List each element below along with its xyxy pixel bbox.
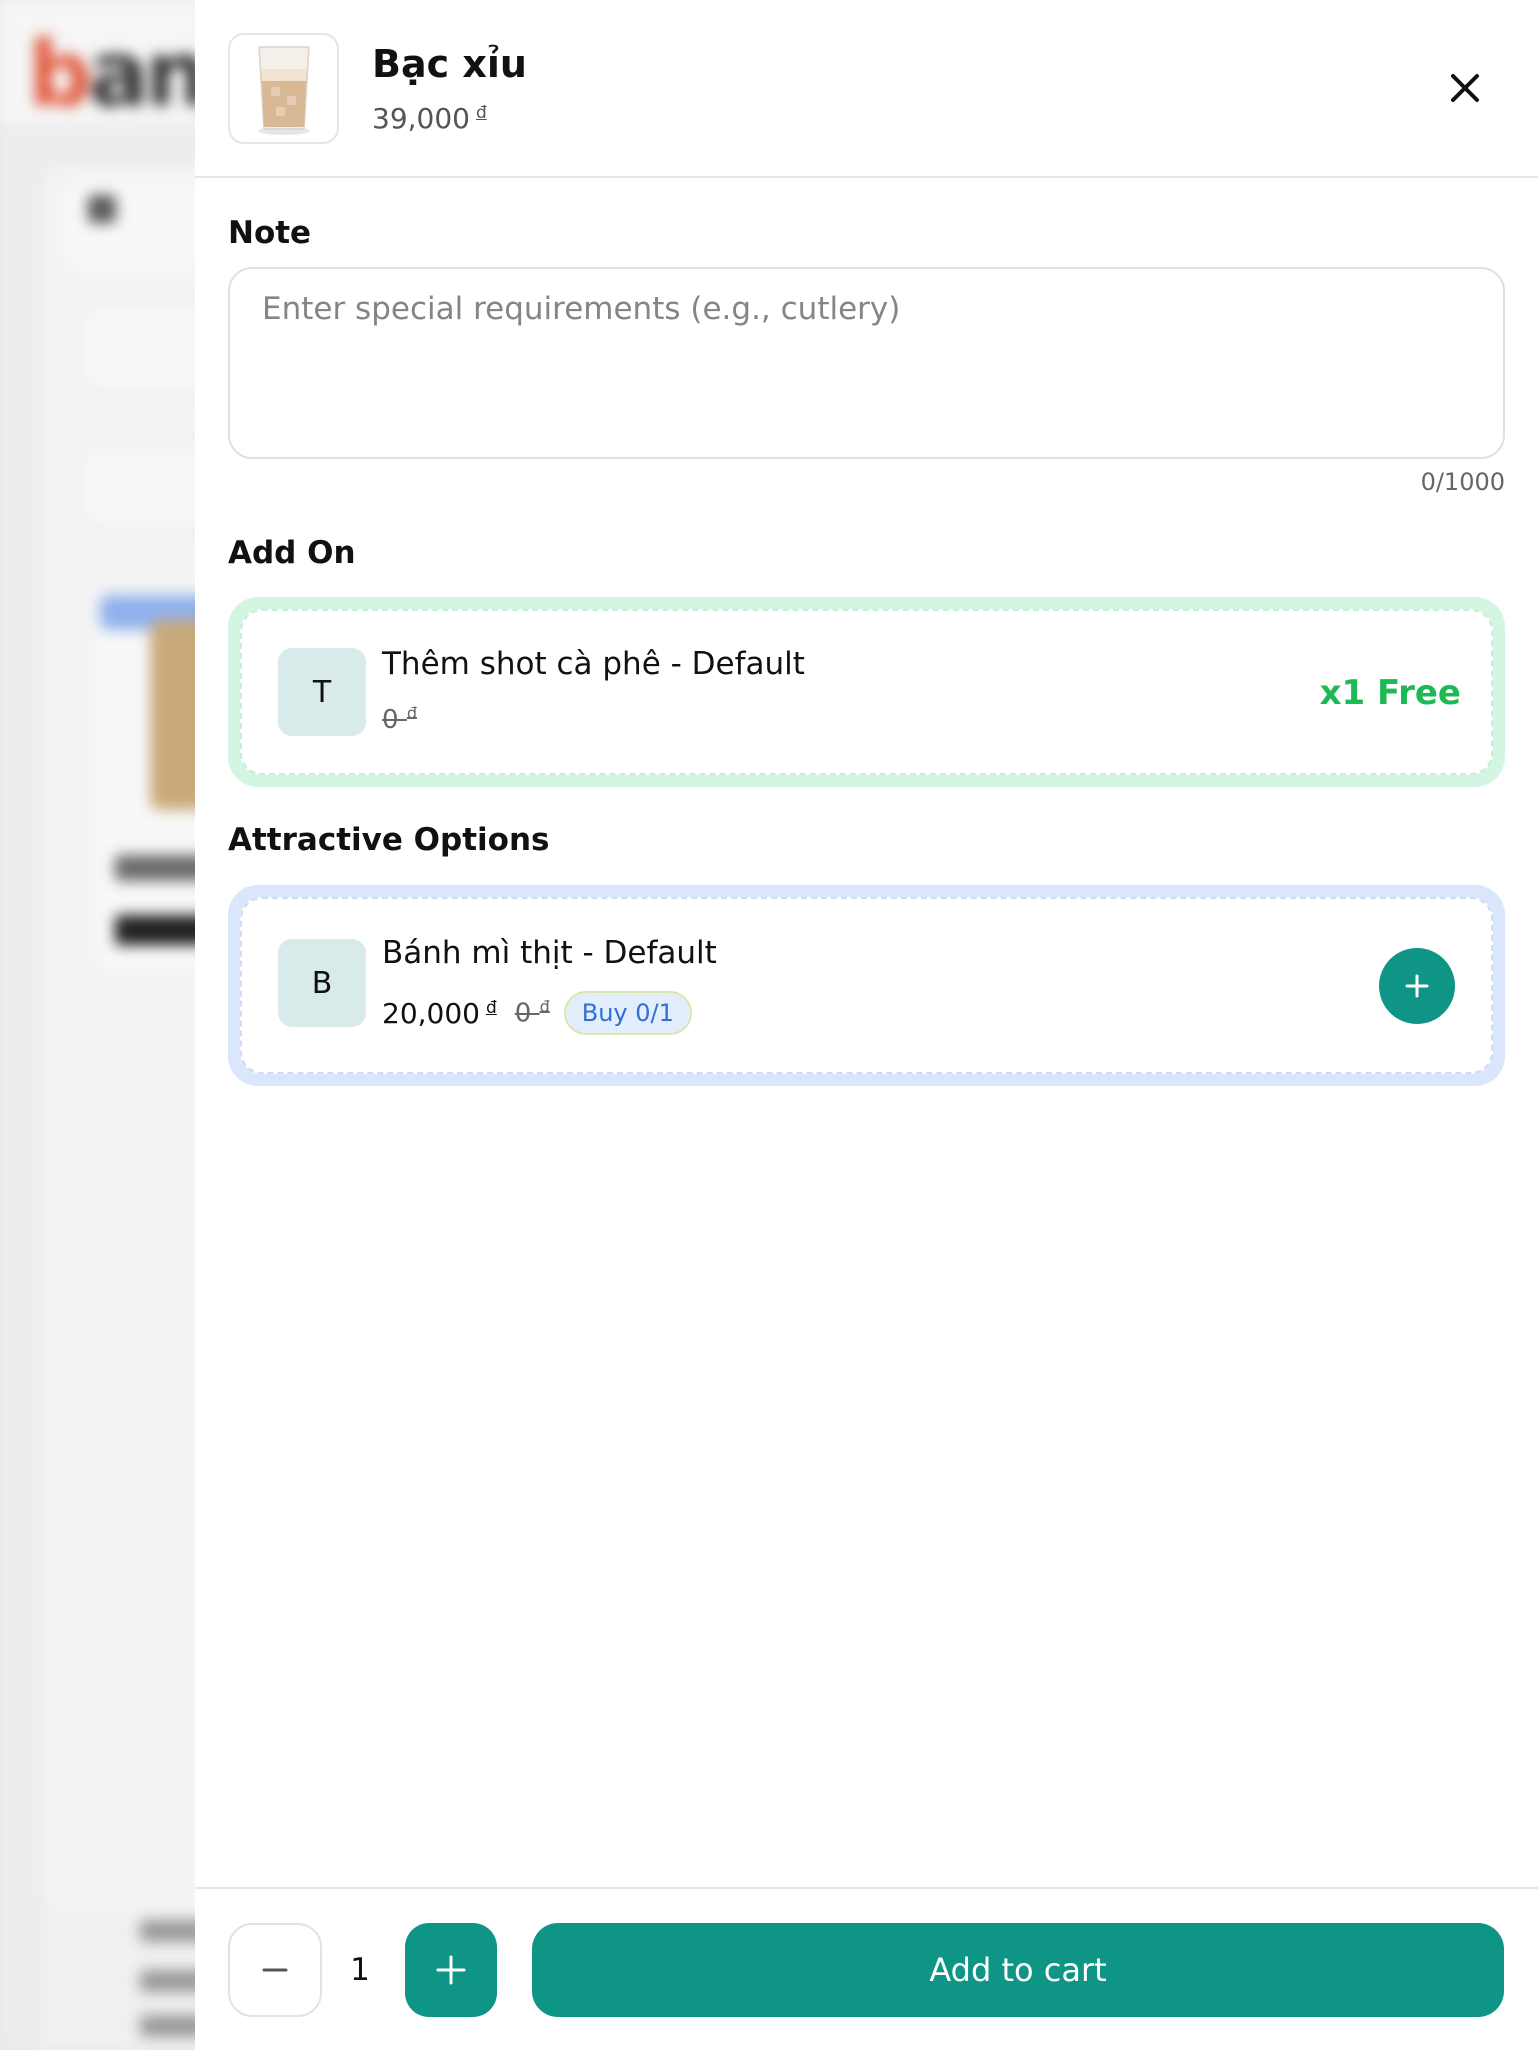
option-price-row: 20,000 đ 0 đ Buy 0/1 <box>382 991 692 1035</box>
attractive-option-item: B Bánh mì thịt - Default 20,000 đ 0 đ Bu… <box>228 885 1505 1086</box>
currency-symbol: đ <box>485 998 497 1018</box>
buy-limit-badge: Buy 0/1 <box>563 991 692 1035</box>
drawer-header: Bạc xỉu 39,000 đ <box>195 0 1538 178</box>
add-on-avatar: T <box>278 648 366 736</box>
option-name: Bánh mì thịt - Default <box>382 935 717 971</box>
free-tag: x1 Free <box>1319 673 1461 713</box>
quantity-value: 1 <box>350 1952 370 1988</box>
close-icon <box>1451 74 1479 102</box>
brand-logo: ban <box>28 22 209 127</box>
option-avatar: B <box>278 939 366 1027</box>
increase-quantity-button[interactable] <box>405 1923 497 2017</box>
add-on-old-price: 0 đ <box>382 703 417 735</box>
add-on-old-price-value: 0 đ <box>382 703 417 735</box>
product-thumbnail <box>228 33 339 144</box>
add-to-cart-button[interactable]: Add to cart <box>532 1923 1504 2017</box>
menu-icon <box>88 195 116 223</box>
plus-icon <box>436 1955 466 1985</box>
attractive-option-card: B Bánh mì thịt - Default 20,000 đ 0 đ Bu… <box>240 897 1493 1074</box>
old-price-amount: 0 <box>382 704 399 735</box>
add-on-item: T Thêm shot cà phê - Default 0 đ x1 Free <box>228 597 1505 787</box>
product-price: 39,000 đ <box>372 102 487 135</box>
currency-symbol: đ <box>406 703 417 722</box>
note-textarea[interactable] <box>228 267 1505 459</box>
currency-symbol: đ <box>539 997 550 1017</box>
plus-icon <box>1405 974 1429 998</box>
minus-icon <box>262 1968 288 1972</box>
product-name: Bạc xỉu <box>372 42 527 86</box>
attractive-options-label: Attractive Options <box>228 822 550 858</box>
note-char-counter: 0/1000 <box>1420 468 1505 496</box>
currency-symbol: đ <box>475 102 487 123</box>
old-price-amount: 0 <box>514 998 532 1029</box>
option-old-price: 0 đ <box>515 997 550 1029</box>
product-price-value: 39,000 <box>372 102 470 135</box>
add-on-label: Add On <box>228 535 356 571</box>
add-on-item-card: T Thêm shot cà phê - Default 0 đ x1 Free <box>240 609 1493 775</box>
iced-coffee-icon <box>257 45 310 135</box>
add-option-button[interactable] <box>1379 948 1455 1024</box>
close-button[interactable] <box>1443 66 1487 110</box>
add-on-name: Thêm shot cà phê - Default <box>382 646 805 682</box>
option-price: 20,000 <box>382 996 480 1030</box>
note-label: Note <box>228 215 312 251</box>
product-drawer: Bạc xỉu 39,000đ Note 0/1000 Add On T Thê… <box>195 0 1538 2050</box>
drawer-footer: 1 Add to cart <box>195 1887 1538 2050</box>
decrease-quantity-button[interactable] <box>228 1923 322 2017</box>
